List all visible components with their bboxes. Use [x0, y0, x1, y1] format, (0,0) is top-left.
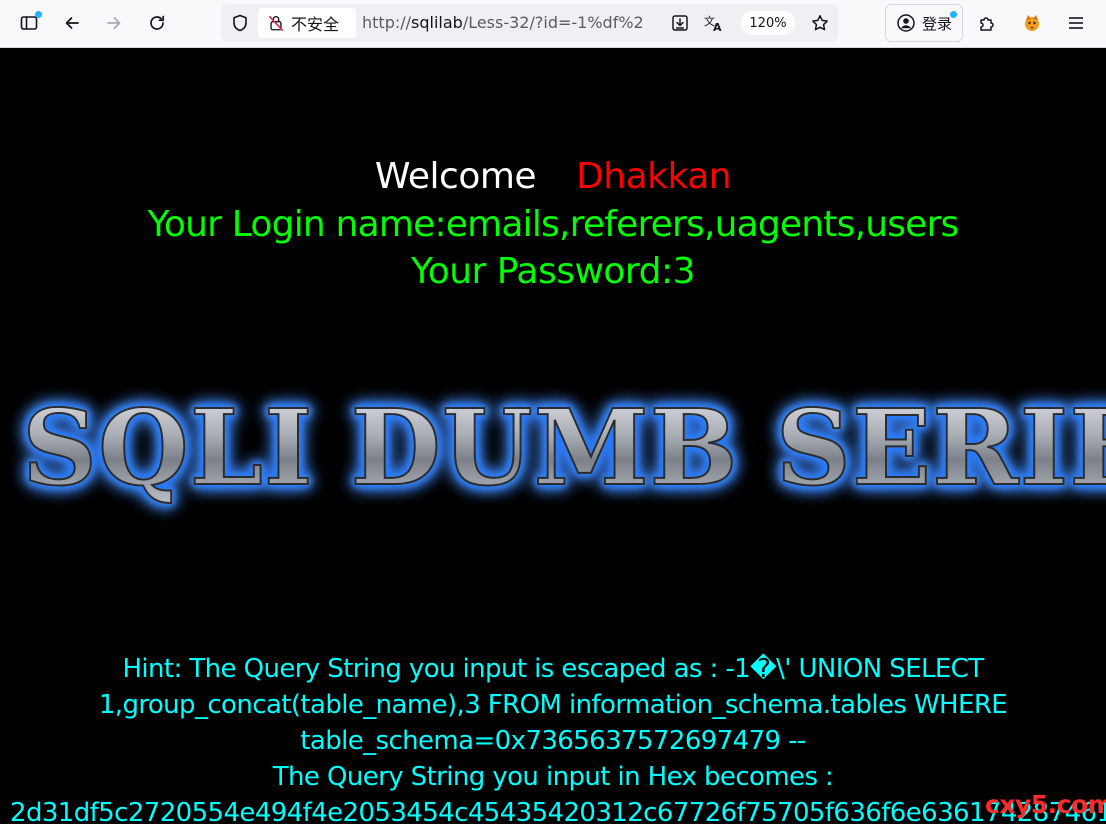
sqli-dumb-series-banner: SQLI DUMB SERIES: [0, 378, 1106, 528]
zoom-level-button[interactable]: 120%: [741, 11, 795, 35]
url-path: /Less-32/?id=-1%df%2: [462, 13, 644, 32]
account-avatar-icon: [895, 12, 917, 34]
account-sign-in-button[interactable]: 登录: [885, 4, 963, 42]
app-menu-button[interactable]: [1061, 8, 1091, 38]
welcome-word: Welcome: [374, 156, 537, 197]
url-text[interactable]: http://sqlilab/Less-32/?id=-1%df%2: [362, 13, 657, 32]
welcome-username: Dhakkan: [576, 156, 732, 197]
back-button[interactable]: [57, 8, 87, 38]
insecure-lock-icon: [266, 13, 286, 33]
hamburger-menu-icon: [1067, 14, 1085, 32]
notification-dot: [35, 11, 42, 18]
sidebar-toggle-button[interactable]: [14, 8, 44, 38]
hint-line-4: The Query String you input in Hex become…: [272, 762, 834, 792]
extension-addon-button[interactable]: [1017, 8, 1047, 38]
watermark: cxy5.com: [985, 790, 1106, 819]
forward-button[interactable]: [99, 8, 129, 38]
save-to-pocket-icon[interactable]: [669, 12, 691, 34]
hint-line-2: 1,group_concat(table_name),3 FROM inform…: [98, 690, 1008, 720]
fox-addon-icon: [1021, 12, 1043, 34]
translate-icon[interactable]: 文A: [703, 12, 725, 34]
reload-icon: [147, 13, 167, 33]
url-scheme: http://: [362, 13, 412, 32]
banner-text: SQLI DUMB SERIES: [21, 385, 1106, 510]
back-arrow-icon: [62, 13, 82, 33]
account-label: 登录: [922, 14, 953, 33]
password-line: Your Password:3: [411, 251, 695, 292]
hint-line-3: table_schema=0x7365637572697479 --: [300, 726, 806, 756]
account-notification-dot: [950, 11, 957, 18]
login-name-line: Your Login name:emails,referers,uagents,…: [147, 204, 960, 245]
connection-insecure-badge[interactable]: 不安全: [258, 8, 356, 38]
url-host: sqlilab: [411, 13, 463, 32]
tracking-protection-shield-icon[interactable]: [229, 12, 251, 34]
bookmark-star-icon[interactable]: [809, 12, 831, 34]
welcome-line: Welcome Dhakkan: [0, 156, 1106, 197]
insecure-label: 不安全: [291, 15, 340, 34]
forward-arrow-icon: [104, 13, 124, 33]
svg-text:A: A: [713, 21, 722, 33]
address-bar[interactable]: 不安全 http://sqlilab/Less-32/?id=-1%df%2 文…: [221, 4, 838, 42]
hint-line-1: Hint: The Query String you input is esca…: [122, 654, 984, 684]
query-hint: Hint: The Query String you input is esca…: [0, 651, 1106, 824]
extensions-button[interactable]: [972, 8, 1002, 38]
reload-button[interactable]: [142, 8, 172, 38]
browser-toolbar: 不安全 http://sqlilab/Less-32/?id=-1%df%2 文…: [0, 0, 1106, 48]
page-content: Welcome Dhakkan Your Login name:emails,re…: [0, 48, 1106, 824]
hex-string-line: 2d31df5c2720554e494f4e2053454c4543542031…: [10, 798, 1106, 824]
puzzle-piece-icon: [977, 13, 997, 33]
